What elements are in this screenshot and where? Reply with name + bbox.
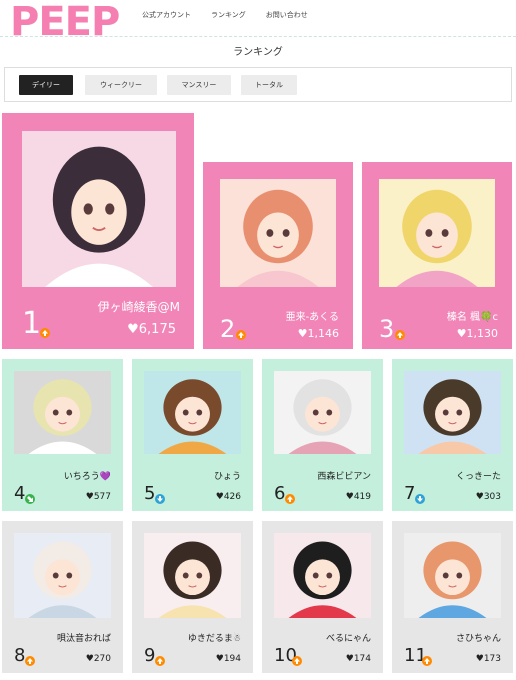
- user-name[interactable]: ゆきだるま☃: [188, 631, 241, 644]
- rank-up-icon: [395, 330, 405, 340]
- tab-weekly[interactable]: ウィークリー: [85, 75, 157, 95]
- profile-photo[interactable]: [14, 371, 111, 454]
- tab-total[interactable]: トータル: [241, 75, 297, 95]
- user-name[interactable]: べるにゃん: [326, 631, 371, 644]
- profile-photo[interactable]: [14, 533, 111, 618]
- rank-up-icon: [292, 656, 302, 666]
- tab-monthly[interactable]: マンスリー: [167, 75, 231, 95]
- like-count: ♥419: [345, 492, 371, 502]
- site-header: PEEP 公式アカウント ランキング お問い合わせ: [0, 0, 516, 42]
- profile-photo[interactable]: [220, 179, 336, 287]
- nav-ranking[interactable]: ランキング: [211, 10, 246, 20]
- ranking-card[interactable]: べるにゃん ♥174 10: [262, 521, 383, 673]
- profile-photo[interactable]: [404, 533, 501, 618]
- like-count: ♥270: [85, 654, 111, 664]
- rank-up-icon: [285, 494, 295, 504]
- user-name[interactable]: 伊ヶ崎綾香@M: [98, 298, 180, 315]
- nav-official-account[interactable]: 公式アカウント: [142, 10, 191, 20]
- rank-number: 9: [144, 645, 156, 666]
- rank-up-icon: [236, 330, 246, 340]
- user-name[interactable]: 西森ビビアン: [317, 469, 371, 482]
- ranking-card[interactable]: 唄汰音おれば ♥270 8: [2, 521, 123, 673]
- rank-number: 1: [22, 306, 42, 341]
- profile-photo[interactable]: [404, 371, 501, 454]
- rank-up-icon: [25, 656, 35, 666]
- top-nav: 公式アカウント ランキング お問い合わせ: [142, 10, 308, 20]
- nav-contact[interactable]: お問い合わせ: [266, 10, 308, 20]
- like-count: ♥1,146: [297, 327, 339, 340]
- ranking-card[interactable]: 亜来-あくる ♥1,146 2: [203, 162, 353, 349]
- like-count: ♥174: [345, 654, 371, 664]
- ranking-card[interactable]: ゆきだるま☃ ♥194 9: [132, 521, 253, 673]
- period-tabs: デイリー ウィークリー マンスリー トータル: [4, 67, 512, 102]
- rank-number: 5: [144, 483, 156, 504]
- like-count: ♥194: [215, 654, 241, 664]
- like-count: ♥1,130: [456, 327, 498, 340]
- rank-number: 8: [14, 645, 26, 666]
- user-name[interactable]: 榛名 楓🍀c: [447, 308, 498, 323]
- profile-photo[interactable]: [144, 371, 241, 454]
- rank-number: 2: [220, 315, 236, 343]
- like-count: ♥303: [475, 492, 501, 502]
- user-name[interactable]: 唄汰音おれば: [57, 631, 111, 644]
- ranking-card[interactable]: 西森ビビアン ♥419 6: [262, 359, 383, 511]
- tab-daily[interactable]: デイリー: [19, 75, 73, 95]
- user-name[interactable]: くっきーた: [456, 469, 501, 482]
- like-count: ♥426: [215, 492, 241, 502]
- rank-number: 7: [404, 483, 416, 504]
- ranking-card[interactable]: いちろう💜 ♥577 4: [2, 359, 123, 511]
- ranking-card[interactable]: くっきーた ♥303 7: [392, 359, 513, 511]
- profile-photo[interactable]: [274, 533, 371, 618]
- user-name[interactable]: さひちゃん: [456, 631, 501, 644]
- rank-up-icon: [155, 656, 165, 666]
- ranking-card[interactable]: 伊ヶ崎綾香@M ♥6,175 1: [2, 113, 194, 349]
- like-count: ♥173: [475, 654, 501, 664]
- rank-up-icon: [422, 656, 432, 666]
- rank-down-icon: [155, 494, 165, 504]
- rank-number: 3: [379, 315, 395, 343]
- rank-number: 6: [274, 483, 286, 504]
- ranking-card[interactable]: ひょう ♥426 5: [132, 359, 253, 511]
- like-count: ♥6,175: [127, 322, 176, 337]
- user-name[interactable]: いちろう💜: [64, 469, 111, 482]
- profile-photo[interactable]: [144, 533, 241, 618]
- profile-photo[interactable]: [379, 179, 495, 287]
- rank-down-icon: [415, 494, 425, 504]
- rank-number: 4: [14, 483, 26, 504]
- page-title: ランキング: [233, 47, 283, 58]
- rank-steady-icon: [25, 494, 35, 504]
- header-divider: [0, 36, 516, 37]
- user-name[interactable]: 亜来-あくる: [286, 308, 339, 323]
- like-count: ♥577: [85, 492, 111, 502]
- rank-up-icon: [40, 328, 50, 338]
- ranking-card[interactable]: 榛名 楓🍀c ♥1,130 3: [362, 162, 512, 349]
- profile-photo[interactable]: [22, 131, 176, 287]
- ranking-card[interactable]: さひちゃん ♥173 11: [392, 521, 513, 673]
- profile-photo[interactable]: [274, 371, 371, 454]
- user-name[interactable]: ひょう: [214, 469, 241, 482]
